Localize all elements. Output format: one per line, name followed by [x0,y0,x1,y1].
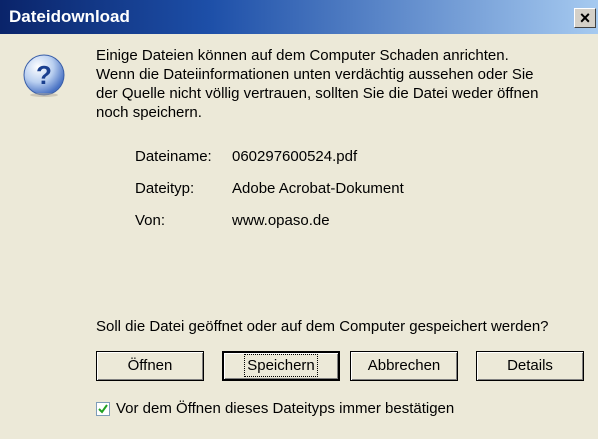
source-label: Von: [135,212,166,229]
svg-text:?: ? [36,60,52,90]
confirm-checkbox-label: Vor dem Öffnen dieses Dateityps immer be… [116,400,455,417]
message-line: noch speichern. [96,104,202,121]
checkmark-icon [98,404,108,414]
info-row-source: Von: www.opaso.de [135,212,330,229]
filetype-label: Dateityp: [135,180,195,197]
cancel-button-label: Abbrechen [367,357,441,374]
info-row-filetype: Dateityp: Adobe Acrobat-Dokument [135,180,404,197]
source-value: www.opaso.de [232,212,330,229]
warning-message: Einige Dateien können auf dem Computer S… [96,46,576,122]
details-button-label: Details [507,357,553,374]
save-button[interactable]: Speichern [222,351,340,381]
filename-value: 060297600524.pdf [232,148,358,165]
open-button-label: Öffnen [127,357,173,374]
message-line: Einige Dateien können auf dem Computer S… [96,47,509,64]
message-line: der Quelle nicht völlig vertrauen, sollt… [96,85,539,102]
info-row-filename: Dateiname: 060297600524.pdf [135,148,357,165]
confirm-checkbox-row[interactable]: Vor dem Öffnen dieses Dateityps immer be… [96,400,454,417]
save-button-label: Speichern [244,354,318,377]
title-bar[interactable]: Dateidownload × [0,0,598,34]
question-text: Soll die Datei geöffnet oder auf dem Com… [96,318,549,335]
window-title: Dateidownload [9,7,130,26]
download-dialog: Dateidownload × ? Einige Dateien können … [0,0,598,439]
close-button[interactable]: × [574,8,596,28]
question-mark-icon: ? [23,54,65,97]
open-button[interactable]: Öffnen [96,351,204,381]
filename-label: Dateiname: [135,148,212,165]
cancel-button[interactable]: Abbrechen [350,351,458,381]
message-line: Wenn die Dateiinformationen unten verdäc… [96,66,534,83]
details-button[interactable]: Details [476,351,584,381]
filetype-value: Adobe Acrobat-Dokument [232,180,404,197]
confirm-checkbox[interactable] [96,402,110,417]
